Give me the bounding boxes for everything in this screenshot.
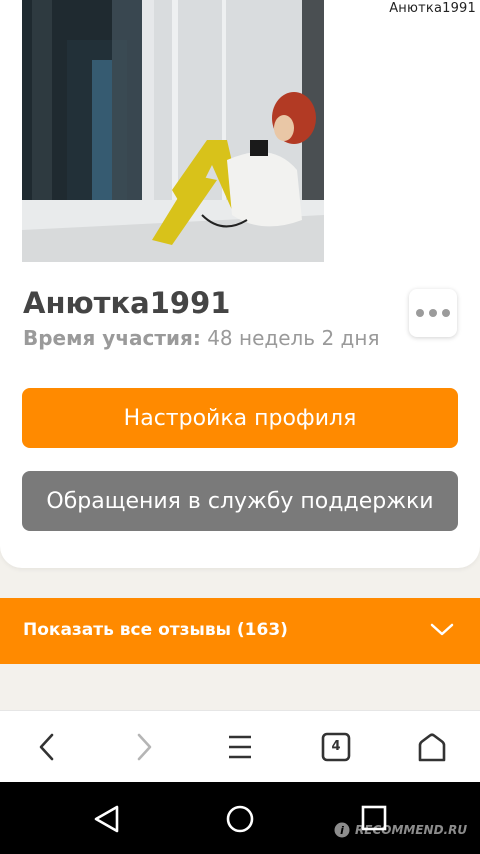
recommend-logo-icon: i bbox=[334, 822, 350, 838]
forward-icon[interactable] bbox=[128, 731, 160, 763]
svg-text:i: i bbox=[340, 824, 344, 837]
profile-username: Анютка1991 bbox=[23, 286, 231, 320]
membership-duration: Время участия: 48 недель 2 дня bbox=[23, 326, 379, 350]
android-navigation-bar bbox=[0, 782, 480, 854]
membership-label: Время участия: bbox=[23, 326, 201, 350]
more-options-button[interactable] bbox=[409, 289, 457, 337]
watermark: i RECOMMEND.RU bbox=[334, 822, 467, 838]
android-back-icon[interactable] bbox=[92, 804, 122, 834]
tab-count: 4 bbox=[331, 738, 341, 754]
avatar[interactable] bbox=[22, 0, 324, 262]
home-icon[interactable] bbox=[416, 731, 448, 763]
more-dot-icon bbox=[416, 309, 424, 317]
support-requests-button[interactable]: Обращения в службу поддержки bbox=[22, 471, 458, 531]
chevron-down-icon bbox=[430, 623, 454, 636]
back-icon[interactable] bbox=[32, 731, 64, 763]
show-all-reviews-bar[interactable]: Показать все отзывы (163) bbox=[0, 598, 480, 664]
profile-settings-button[interactable]: Настройка профиля bbox=[22, 388, 458, 448]
corner-username: Анютка1991 bbox=[389, 1, 476, 16]
menu-icon[interactable] bbox=[224, 731, 256, 763]
membership-value: 48 недель 2 дня bbox=[207, 326, 380, 350]
profile-card: Анютка1991 Анютка1991 Время участия: 48 … bbox=[0, 0, 480, 568]
watermark-text: RECOMMEND.RU bbox=[355, 823, 468, 837]
android-home-icon[interactable] bbox=[225, 804, 255, 834]
show-all-reviews-label: Показать все отзывы (163) bbox=[23, 620, 288, 640]
more-dot-icon bbox=[429, 309, 437, 317]
more-dot-icon bbox=[442, 309, 450, 317]
browser-toolbar bbox=[0, 710, 480, 783]
